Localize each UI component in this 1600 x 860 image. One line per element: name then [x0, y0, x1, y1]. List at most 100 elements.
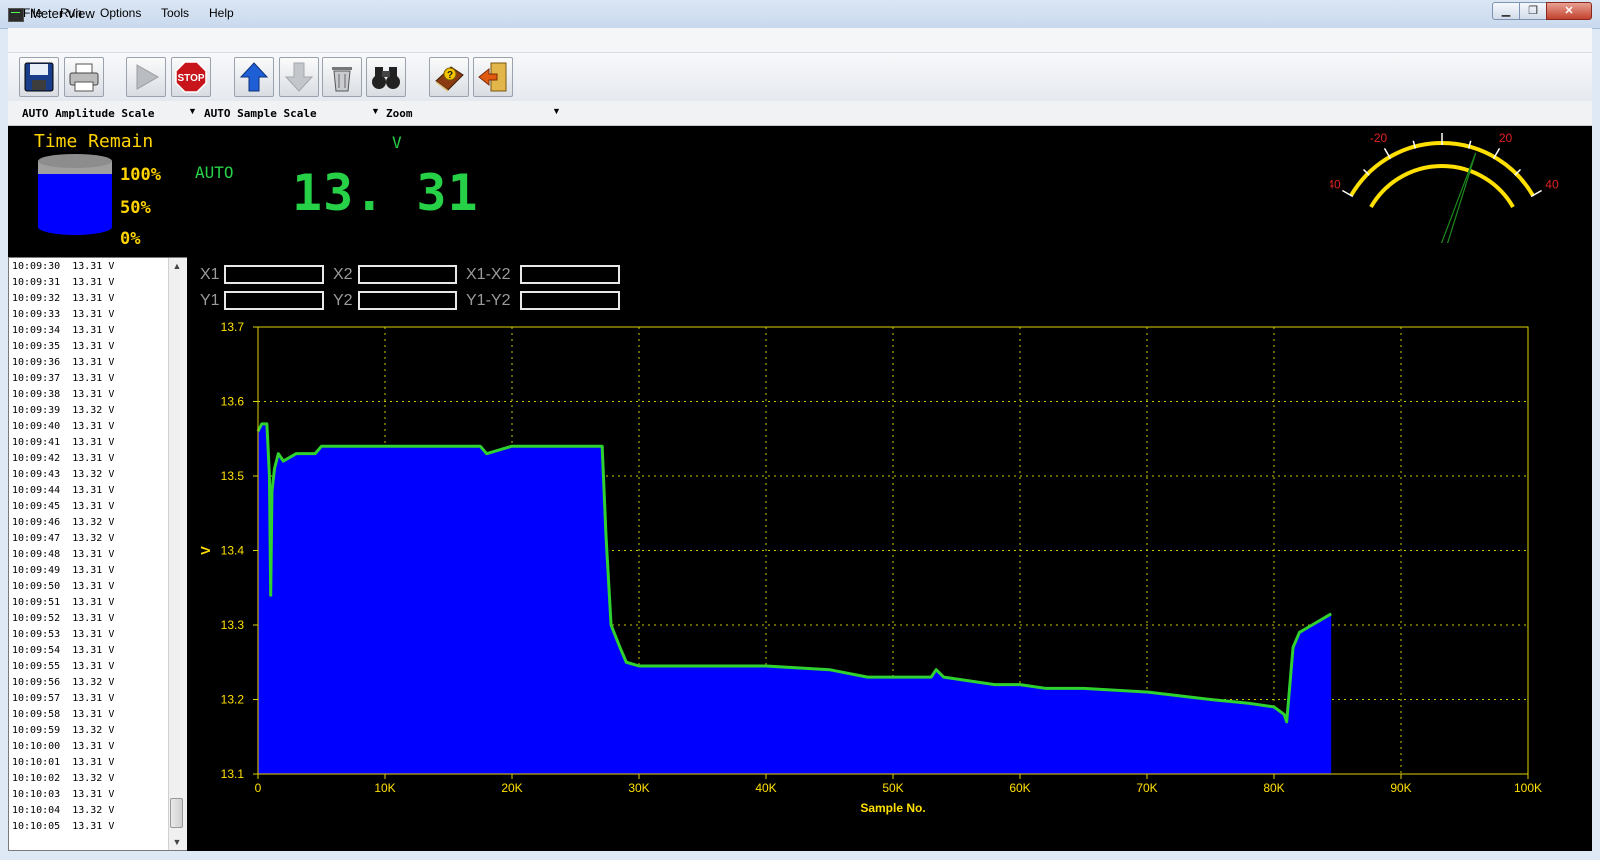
y-tick-label: 13.5	[221, 469, 245, 483]
log-row[interactable]: 10:09:51 13.31 V	[12, 597, 114, 608]
log-row[interactable]: 10:09:46 13.32 V	[12, 517, 114, 528]
x2-label: X2	[333, 266, 353, 283]
range-mode-label: AUTO	[195, 163, 234, 182]
log-scrollbar[interactable]	[168, 258, 187, 850]
log-row[interactable]: 10:09:43 13.32 V	[12, 469, 114, 480]
log-row[interactable]: 10:09:59 13.32 V	[12, 725, 114, 736]
help-button[interactable]: ?	[429, 57, 469, 97]
binoculars-icon	[372, 67, 400, 89]
meter-reading: 13. 31	[292, 164, 479, 222]
y1-field	[224, 291, 324, 310]
voltage-chart: 0 10K 20K 30K 40K 50K 60K 70K 80K 90K 100K 13.7 13.6…	[198, 320, 1542, 815]
log-row[interactable]: 10:09:42 13.31 V	[12, 453, 114, 464]
chevron-down-icon[interactable]: ▼	[188, 106, 197, 116]
log-row[interactable]: 10:09:34 13.31 V	[12, 325, 114, 336]
log-row[interactable]: 10:10:02 13.32 V	[12, 773, 114, 784]
y2-label: Y2	[333, 292, 353, 309]
close-button[interactable]: ✕	[1546, 2, 1592, 20]
gauge-inner-arc	[1369, 164, 1515, 209]
scrollbar-thumb[interactable]	[170, 798, 183, 828]
log-row[interactable]: 10:09:33 13.31 V	[12, 309, 114, 320]
scroll-up-arrow-icon[interactable]: ▲	[168, 258, 186, 274]
stop-button[interactable]: STOP	[171, 57, 211, 97]
move-down-button[interactable]	[279, 57, 319, 97]
log-row[interactable]: 10:09:52 13.31 V	[12, 613, 114, 624]
chevron-down-icon[interactable]: ▼	[371, 106, 380, 116]
app-icon	[8, 8, 24, 22]
x-tick-label: 10K	[374, 781, 395, 795]
y-tick-label: 13.2	[221, 693, 245, 707]
x2-field	[358, 265, 457, 284]
x-tick-label: 90K	[1390, 781, 1411, 795]
log-row[interactable]: 10:09:45 13.31 V	[12, 501, 114, 512]
move-up-button[interactable]	[234, 57, 274, 97]
log-row[interactable]: 10:09:31 13.31 V	[12, 277, 114, 288]
x-tick-label: 80K	[1263, 781, 1284, 795]
clear-button[interactable]	[322, 57, 362, 97]
log-row[interactable]: 10:09:38 13.31 V	[12, 389, 114, 400]
menu-tools[interactable]: Tools	[161, 6, 189, 20]
menu-options[interactable]: Options	[100, 6, 141, 20]
stop-icon: STOP	[175, 61, 207, 93]
y1-y2-label: Y1-Y2	[466, 292, 511, 309]
log-row[interactable]: 10:09:40 13.31 V	[12, 421, 114, 432]
gauge-tick-label: -40	[1330, 178, 1341, 192]
log-row[interactable]: 10:10:05 13.31 V	[12, 821, 114, 832]
log-row[interactable]: 10:09:37 13.31 V	[12, 373, 114, 384]
log-row[interactable]: 10:10:03 13.31 V	[12, 789, 114, 800]
save-button[interactable]	[19, 57, 59, 97]
find-button[interactable]	[366, 57, 406, 97]
stop-label: STOP	[177, 73, 204, 84]
log-row[interactable]: 10:09:54 13.31 V	[12, 645, 114, 656]
log-row[interactable]: 10:09:35 13.31 V	[12, 341, 114, 352]
y2-field	[358, 291, 457, 310]
maximize-button[interactable]: ❐	[1519, 2, 1547, 20]
log-row[interactable]: 10:09:30 13.31 V	[12, 261, 114, 272]
log-row[interactable]: 10:09:53 13.31 V	[12, 629, 114, 640]
log-row[interactable]: 10:09:58 13.31 V	[12, 709, 114, 720]
help-book-icon: ?	[435, 66, 464, 92]
log-row[interactable]: 10:09:57 13.31 V	[12, 693, 114, 704]
x-tick-label: 60K	[1009, 781, 1030, 795]
analog-gauge: -40-2002040	[1330, 131, 1559, 243]
log-row[interactable]: 10:09:44 13.31 V	[12, 485, 114, 496]
down-arrow-icon	[284, 62, 314, 92]
minimize-button[interactable]: ▁	[1492, 2, 1520, 20]
menu-run[interactable]: Run	[60, 6, 82, 20]
log-row[interactable]: 10:09:48 13.31 V	[12, 549, 114, 560]
x1-x2-field	[520, 265, 620, 284]
log-row[interactable]: 10:09:39 13.32 V	[12, 405, 114, 416]
log-row[interactable]: 10:09:56 13.32 V	[12, 677, 114, 688]
y-tick-label: 13.6	[221, 395, 245, 409]
y-tick-label: 13.7	[221, 320, 245, 334]
print-button[interactable]	[64, 57, 104, 97]
log-row[interactable]: 10:09:41 13.31 V	[12, 437, 114, 448]
y-axis-label: V	[198, 546, 213, 555]
log-row[interactable]: 10:09:49 13.31 V	[12, 565, 114, 576]
zoom-select[interactable]: Zoom	[386, 107, 413, 120]
log-row[interactable]: 10:10:00 13.31 V	[12, 741, 114, 752]
exit-button[interactable]	[473, 57, 513, 97]
amplitude-scale-select[interactable]: AUTO Amplitude Scale	[22, 107, 154, 120]
gauge-tick-label: 40	[1545, 178, 1559, 192]
log-row[interactable]: 10:09:32 13.31 V	[12, 293, 114, 304]
chevron-down-icon[interactable]: ▼	[552, 106, 561, 116]
log-row[interactable]: 10:09:55 13.31 V	[12, 661, 114, 672]
log-row[interactable]: 10:09:50 13.31 V	[12, 581, 114, 592]
run-button[interactable]	[126, 57, 166, 97]
log-row[interactable]: 10:10:01 13.31 V	[12, 757, 114, 768]
sample-scale-select[interactable]: AUTO Sample Scale	[204, 107, 317, 120]
log-row[interactable]: 10:09:47 13.32 V	[12, 533, 114, 544]
log-row[interactable]: 10:09:36 13.31 V	[12, 357, 114, 368]
menu-file[interactable]: File	[23, 6, 42, 20]
x1-field	[224, 265, 324, 284]
scroll-down-arrow-icon[interactable]: ▼	[168, 834, 186, 850]
log-row[interactable]: 10:10:04 13.32 V	[12, 805, 114, 816]
reading-log-list[interactable]: 10:09:30 13.31 V 10:09:31 13.31 V 10:09:32…	[8, 257, 187, 851]
exit-icon	[478, 62, 507, 92]
trash-icon	[332, 67, 352, 92]
save-icon	[24, 62, 54, 92]
time-remain-title: Time Remain	[34, 131, 154, 152]
menu-help[interactable]: Help	[209, 6, 234, 20]
x1-label: X1	[200, 266, 220, 283]
